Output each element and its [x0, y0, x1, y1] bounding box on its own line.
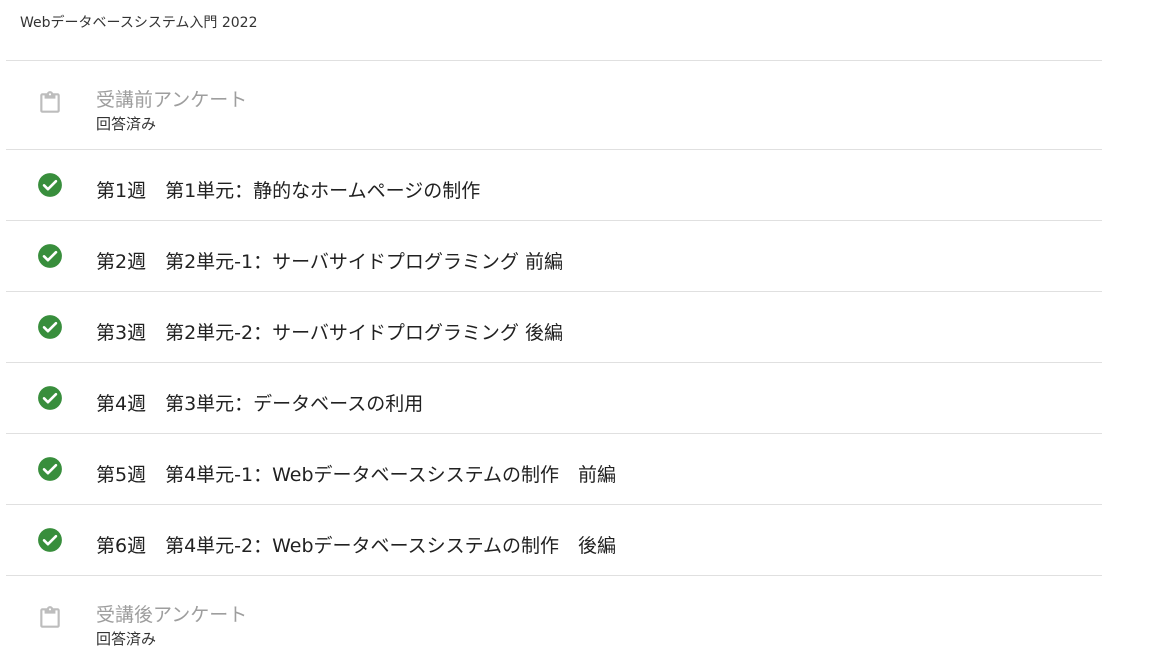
survey-pre-row[interactable]: 受講前アンケート 回答済み [6, 61, 1102, 150]
week-2-row[interactable]: 第2週 第2単元-1：サーバサイドプログラミング 前編 [6, 221, 1102, 292]
check-circle-icon [38, 173, 62, 197]
week-3-row[interactable]: 第3週 第2単元-2：サーバサイドプログラミング 後編 [6, 292, 1102, 363]
week-6-row[interactable]: 第6週 第4単元-2：Webデータベースシステムの制作 後編 [6, 505, 1102, 576]
survey-post-row[interactable]: 受講後アンケート 回答済み [6, 576, 1102, 665]
clipboard-icon [40, 91, 60, 113]
check-circle-icon [38, 244, 62, 268]
survey-post-title: 受講後アンケート [96, 604, 248, 626]
survey-pre-title: 受講前アンケート [96, 89, 248, 111]
week-6-title: 第6週 第4単元-2：Webデータベースシステムの制作 後編 [96, 535, 617, 557]
week-2-title: 第2週 第2単元-1：サーバサイドプログラミング 前編 [96, 251, 563, 273]
week-4-row[interactable]: 第4週 第3単元：データベースの利用 [6, 363, 1102, 434]
check-circle-icon [38, 457, 62, 481]
week-5-row[interactable]: 第5週 第4単元-1：Webデータベースシステムの制作 前編 [6, 434, 1102, 505]
clipboard-icon [40, 606, 60, 628]
week-1-row[interactable]: 第1週 第1単元：静的なホームページの制作 [6, 150, 1102, 221]
week-3-title: 第3週 第2単元-2：サーバサイドプログラミング 後編 [96, 322, 563, 344]
check-circle-icon [38, 315, 62, 339]
survey-pre-status: 回答済み [96, 115, 157, 133]
check-circle-icon [38, 528, 62, 552]
week-4-title: 第4週 第3単元：データベースの利用 [96, 393, 424, 415]
lesson-list: 受講前アンケート 回答済み 第1週 第1単元：静的なホームページの制作 第2週 … [6, 60, 1102, 665]
week-5-title: 第5週 第4単元-1：Webデータベースシステムの制作 前編 [96, 464, 617, 486]
check-circle-icon [38, 386, 62, 410]
survey-post-status: 回答済み [96, 630, 157, 648]
week-1-title: 第1週 第1単元：静的なホームページの制作 [96, 180, 481, 202]
course-title: Webデータベースシステム入門 2022 [20, 15, 258, 31]
